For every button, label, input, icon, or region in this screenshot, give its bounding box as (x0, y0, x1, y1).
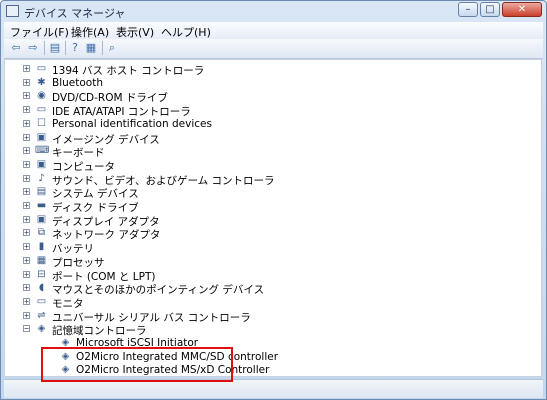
mouse-icon: ◖ (38, 282, 45, 294)
tree-category[interactable]: + ▬ ディスク ドライブ (5, 199, 535, 214)
tree-category[interactable]: + ◖ マウスとそのほかのポインティング デバイス (5, 281, 535, 296)
monitor-icon: ▭ (36, 295, 47, 307)
expand-toggle[interactable]: + (23, 160, 30, 168)
tree-category[interactable]: + ▣ イメージング デバイス (5, 131, 535, 146)
view-icon[interactable]: ▦ (84, 41, 98, 55)
expand-toggle[interactable]: + (23, 297, 30, 305)
help-icon[interactable]: ? (68, 41, 82, 55)
expand-toggle[interactable]: + (23, 229, 30, 237)
tree-category[interactable]: + ▭ モニタ (5, 295, 535, 310)
device-tree[interactable]: + ▭ 1394 バス ホスト コントローラ + ✱ Bluetooth + ◉ DVD/CD-… (4, 59, 542, 377)
processor-icon: ▦ (36, 254, 47, 266)
tree-category[interactable]: + ⧉ ネットワーク アダプタ (5, 226, 535, 241)
menu-bar: ファイル(F) 操作(A) 表示(V) ヘルプ(H) (4, 22, 543, 39)
tree-category[interactable]: + ▭ IDE ATA/ATAPI コントローラ (5, 103, 535, 118)
ide-controller-icon: ▭ (36, 104, 47, 116)
1394-controller-icon: ▭ (36, 63, 47, 74)
menu-action[interactable]: 操作(A) (71, 24, 109, 40)
tree-item-label: Bluetooth (52, 76, 103, 89)
device-manager-icon (6, 5, 19, 17)
tree-category[interactable]: + ☐ Personal identification devices (5, 117, 535, 131)
battery-icon: ▮ (38, 241, 45, 253)
menu-help[interactable]: ヘルプ(H) (161, 24, 211, 40)
expand-toggle[interactable]: + (23, 188, 30, 196)
imaging-device-icon: ▣ (36, 131, 47, 143)
expand-toggle[interactable]: + (23, 92, 30, 100)
expand-toggle[interactable]: + (23, 119, 30, 127)
network-adapter-icon: ⧉ (37, 227, 46, 239)
expand-toggle[interactable]: + (23, 174, 30, 182)
tree-category[interactable]: + ▦ プロセッサ (5, 254, 535, 269)
properties-icon[interactable]: ▤ (48, 41, 62, 55)
arrow-left-icon[interactable]: ⇦ (9, 41, 23, 55)
port-icon: ⊟ (37, 268, 46, 280)
expand-toggle[interactable]: + (23, 133, 30, 141)
window-title: デバイス マネージャ (24, 7, 126, 20)
tree-category[interactable]: + ⇌ ユニバーサル シリアル バス コントローラ (5, 309, 535, 324)
disk-drive-icon: ▬ (36, 200, 47, 211)
toolbar-separator (65, 41, 66, 55)
computer-icon: ▣ (36, 158, 47, 170)
display-adapter-icon: ▣ (36, 213, 47, 225)
expand-toggle[interactable]: + (23, 202, 30, 210)
usb-controller-icon: ⇌ (37, 309, 46, 321)
tree-category[interactable]: + ▣ コンピュータ (5, 158, 535, 173)
highlight-box (41, 347, 233, 382)
tree-category[interactable]: + ✱ Bluetooth (5, 76, 535, 90)
tree-category[interactable]: + ▣ ディスプレイ アダプタ (5, 213, 535, 228)
id-device-icon: ☐ (37, 117, 46, 129)
expand-toggle[interactable]: + (23, 106, 30, 114)
expand-toggle[interactable]: + (23, 243, 30, 251)
scan-hardware-icon[interactable]: ⌕ (105, 41, 119, 55)
system-device-icon: ▤ (36, 186, 47, 198)
minimize-button[interactable]: – (458, 2, 478, 17)
expand-toggle[interactable]: + (23, 311, 30, 319)
close-button[interactable]: ✕ (502, 2, 542, 17)
menu-file[interactable]: ファイル(F) (10, 24, 69, 40)
menu-view[interactable]: 表示(V) (116, 24, 154, 40)
arrow-right-icon[interactable]: ⇨ (26, 41, 40, 55)
toolbar-separator (102, 41, 103, 55)
tree-category[interactable]: + ▤ システム デバイス (5, 185, 535, 200)
expand-toggle[interactable]: + (23, 215, 30, 223)
expand-toggle[interactable]: + (23, 65, 30, 73)
tree-category[interactable]: − ◈ 記憶域コントローラ (5, 322, 535, 337)
expand-toggle[interactable]: + (23, 147, 30, 155)
toolbar: ⇦ ⇨ ▤ ? ▦ ⌕ (4, 39, 543, 59)
expand-toggle[interactable]: + (23, 256, 30, 264)
storage-controller-icon: ◈ (37, 323, 46, 335)
expand-toggle[interactable]: + (23, 78, 30, 86)
title-bar[interactable]: デバイス マネージャ – □ ✕ (1, 1, 546, 21)
toolbar-separator (44, 41, 45, 55)
tree-category[interactable]: + ▮ バッテリ (5, 240, 535, 255)
expand-toggle[interactable]: + (23, 284, 30, 292)
sound-icon: ♪ (38, 172, 45, 184)
tree-category[interactable]: + ♪ サウンド、ビデオ、およびゲーム コントローラ (5, 172, 535, 187)
keyboard-icon: ⌨ (35, 145, 50, 157)
tree-item-label: Personal identification devices (52, 117, 212, 130)
collapse-toggle[interactable]: − (23, 325, 30, 333)
tree-category[interactable]: + ◉ DVD/CD-ROM ドライブ (5, 89, 535, 104)
expand-toggle[interactable]: + (23, 270, 30, 278)
device-manager-window: デバイス マネージャ – □ ✕ ファイル(F) 操作(A) 表示(V) ヘルプ… (0, 0, 547, 400)
tree-category[interactable]: + ⊟ ポート (COM と LPT) (5, 268, 535, 283)
dvd-drive-icon: ◉ (37, 90, 46, 102)
tree-category[interactable]: + ▭ 1394 バス ホスト コントローラ (5, 62, 535, 77)
bluetooth-icon: ✱ (37, 76, 46, 88)
maximize-button[interactable]: □ (480, 2, 500, 17)
tree-category[interactable]: + ⌨ キーボード (5, 144, 535, 159)
